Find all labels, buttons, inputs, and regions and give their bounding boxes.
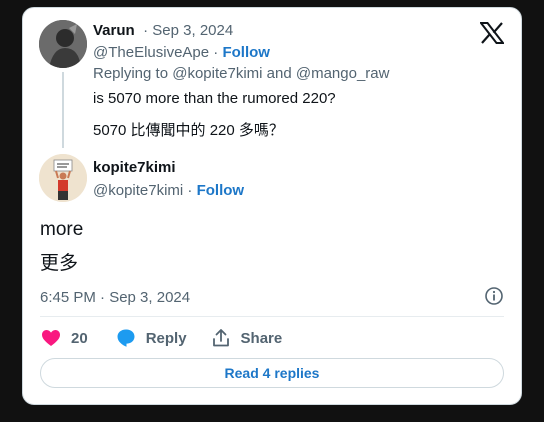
reply-label: Reply [145, 329, 187, 347]
separator: · [209, 44, 223, 61]
follow-button[interactable]: Follow [197, 182, 245, 199]
kopite-handle-row: @kopite7kimi · Follow [93, 182, 244, 200]
share-icon [212, 329, 229, 347]
heart-icon [42, 330, 60, 346]
and-text: and [262, 65, 296, 82]
parent-tweet-translation: 5070 比傳聞中的 220 多嗎？ [93, 122, 284, 139]
follow-button[interactable]: Follow [222, 44, 270, 61]
post-date[interactable]: · Sep 3, 2024 [143, 22, 233, 39]
share-label: Share [240, 329, 283, 347]
kopite-header: kopite7kimi [93, 159, 176, 177]
mention-kopite[interactable]: @kopite7kimi [172, 65, 262, 82]
tweet-text: more [40, 219, 84, 240]
divider [40, 316, 504, 317]
info-icon[interactable] [484, 286, 504, 306]
author-handle[interactable]: @TheElusiveApe [93, 44, 209, 61]
varun-handle-row: @TheElusiveApe · Follow [93, 44, 270, 62]
author-name[interactable]: kopite7kimi [93, 159, 176, 176]
varun-header: Varun · Sep 3, 2024 [93, 22, 233, 40]
parent-tweet-text: is 5070 more than the rumored 220? [93, 90, 336, 107]
action-bar: 20 Reply Share [41, 328, 282, 348]
author-name[interactable]: Varun [93, 22, 135, 39]
reply-bubble-icon [117, 329, 135, 347]
tweet-translation: 更多 [40, 253, 79, 274]
share-button[interactable]: Share [211, 328, 283, 348]
thread-line [62, 72, 64, 148]
embedded-tweet-card: Varun · Sep 3, 2024 @TheElusiveApe · Fol… [22, 7, 522, 405]
like-button[interactable]: 20 [41, 329, 88, 347]
replying-to: Replying to @kopite7kimi and @mango_raw [93, 65, 389, 82]
reply-button[interactable]: Reply [116, 328, 187, 348]
author-handle[interactable]: @kopite7kimi [93, 182, 183, 199]
avatar-kopite7kimi[interactable] [39, 154, 87, 202]
mention-mango[interactable]: @mango_raw [296, 65, 390, 82]
x-logo-icon[interactable] [480, 22, 504, 44]
read-replies-button[interactable]: Read 4 replies [40, 358, 504, 388]
avatar-varun[interactable] [39, 20, 87, 68]
replying-prefix: Replying to [93, 65, 173, 82]
separator: · [183, 182, 197, 199]
like-count: 20 [71, 329, 88, 347]
tweet-timestamp[interactable]: 6:45 PM · Sep 3, 2024 [40, 289, 190, 306]
